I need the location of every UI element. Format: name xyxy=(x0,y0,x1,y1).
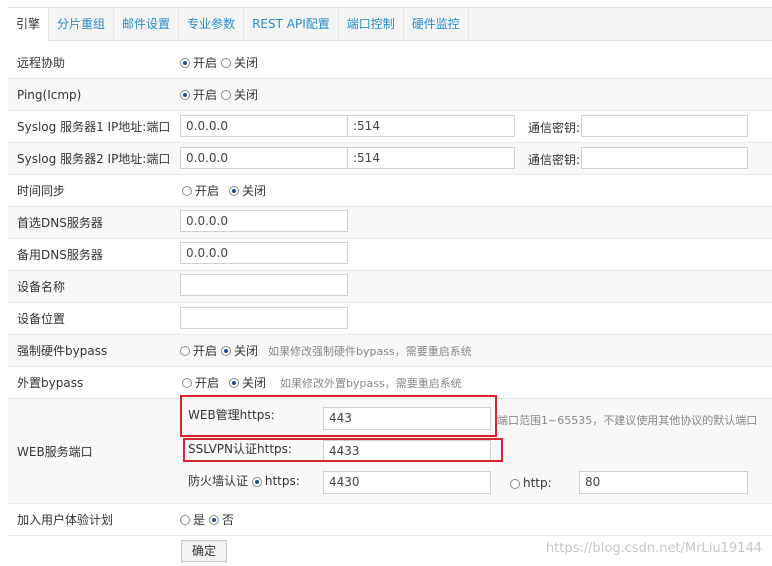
ux-plan-label: 加入用户体验计划 xyxy=(17,513,114,527)
tab-mail-settings[interactable]: 邮件设置 xyxy=(114,8,180,40)
ext-bypass-off-radio[interactable] xyxy=(229,377,240,388)
ux-plan-yes-radio[interactable] xyxy=(180,514,190,525)
row-remote-assist: 远程协助 开启 关闭 xyxy=(8,47,772,79)
syslog1-secret-input[interactable] xyxy=(581,115,748,137)
watermark: https://blog.csdn.net/MrLiu19144 xyxy=(545,541,762,556)
row-hw-bypass: 强制硬件bypass 开启 关闭 如果修改强制硬件bypass，需要重启系统 xyxy=(8,335,772,367)
device-name-input[interactable] xyxy=(180,274,348,296)
remote-assist-on-radio[interactable] xyxy=(180,57,190,68)
row-dns2: 备用DNS服务器 xyxy=(8,239,772,271)
ux-plan-no-label: 否 xyxy=(222,513,235,527)
ext-bypass-label: 外置bypass xyxy=(17,376,84,390)
tab-bar: 引擎 分片重组 邮件设置 专业参数 REST API配置 端口控制 硬件监控 xyxy=(8,7,772,41)
fw-http-radio[interactable] xyxy=(510,478,520,489)
row-device-name: 设备名称 xyxy=(8,271,772,303)
syslog2-secret-input[interactable] xyxy=(581,147,748,169)
time-sync-off-label: 关闭 xyxy=(242,184,267,198)
row-time-sync: 时间同步 开启 关闭 xyxy=(8,175,772,207)
ping-off-radio[interactable] xyxy=(221,89,232,100)
fw-https-input[interactable]: 4430 xyxy=(323,471,491,494)
dns1-input[interactable]: 0.0.0.0 xyxy=(180,210,348,232)
ext-bypass-off-label: 关闭 xyxy=(242,376,267,390)
syslog1-label: Syslog 服务器1 IP地址:端口 xyxy=(17,120,171,134)
syslog1-port-input[interactable]: :514 xyxy=(347,115,515,137)
remote-assist-off-radio[interactable] xyxy=(221,57,232,68)
web-port-label: WEB服务端口 xyxy=(17,444,93,459)
syslog2-ip-input[interactable]: 0.0.0.0 xyxy=(180,147,348,169)
fw-auth-label: 防火墙认证 xyxy=(188,474,249,488)
row-device-location: 设备位置 xyxy=(8,303,772,335)
tab-fragment-reassembly[interactable]: 分片重组 xyxy=(49,8,115,40)
dns1-label: 首选DNS服务器 xyxy=(17,216,103,230)
ux-plan-no-radio[interactable] xyxy=(209,514,220,525)
row-ux-plan: 加入用户体验计划 是 否 xyxy=(8,504,772,536)
syslog1-port-value: 514 xyxy=(357,119,380,133)
ext-bypass-on-radio[interactable] xyxy=(182,377,192,388)
remote-assist-label: 远程协助 xyxy=(17,56,66,70)
time-sync-on-label: 开启 xyxy=(195,184,220,198)
tab-engine[interactable]: 引擎 xyxy=(8,8,50,41)
highlight-box-sslvpn xyxy=(183,438,503,462)
ping-on-radio[interactable] xyxy=(180,89,190,100)
tab-hardware-monitor[interactable]: 硬件监控 xyxy=(404,8,469,40)
ping-off-label: 关闭 xyxy=(234,88,259,102)
ux-plan-yes-label: 是 xyxy=(193,513,206,527)
time-sync-label: 时间同步 xyxy=(17,184,66,198)
remote-assist-off-label: 关闭 xyxy=(234,56,259,70)
device-name-label: 设备名称 xyxy=(17,280,66,294)
ping-label: Ping(Icmp) xyxy=(17,87,82,102)
dns2-label: 备用DNS服务器 xyxy=(17,248,103,262)
highlight-box-web-https xyxy=(180,395,497,437)
row-dns1: 首选DNS服务器 xyxy=(8,207,772,239)
hw-bypass-on-label: 开启 xyxy=(193,344,218,358)
time-sync-off-radio[interactable] xyxy=(229,185,240,196)
syslog1-ip-input[interactable]: 0.0.0.0 xyxy=(180,115,348,137)
syslog2-label: Syslog 服务器2 IP地址:端口 xyxy=(17,152,171,166)
syslog2-secret-label: 通信密钥: xyxy=(528,153,581,167)
fw-http-input[interactable]: 80 xyxy=(579,471,748,494)
remote-assist-on-label: 开启 xyxy=(193,56,218,70)
fw-auth-group: 防火墙认证 https: xyxy=(188,472,300,489)
fw-http-label: http: xyxy=(523,476,552,490)
hw-bypass-off-radio[interactable] xyxy=(221,345,232,356)
fw-https-label: https: xyxy=(264,474,300,488)
dns2-input[interactable]: 0.0.0.0 xyxy=(180,242,348,264)
tab-port-control[interactable]: 端口控制 xyxy=(339,8,404,40)
ext-bypass-on-label: 开启 xyxy=(195,376,220,390)
ext-bypass-hint: 如果修改外置bypass，需要重启系统 xyxy=(280,376,462,390)
tab-advanced-params[interactable]: 专业参数 xyxy=(179,8,245,40)
confirm-button[interactable]: 确定 xyxy=(181,540,227,562)
syslog2-port-value: 514 xyxy=(357,151,380,165)
tab-rest-api[interactable]: REST API配置 xyxy=(244,8,339,40)
syslog1-secret-label: 通信密钥: xyxy=(528,121,581,135)
hw-bypass-on-radio[interactable] xyxy=(180,345,190,356)
hw-bypass-label: 强制硬件bypass xyxy=(17,344,108,358)
hw-bypass-hint: 如果修改强制硬件bypass，需要重启系统 xyxy=(268,344,472,358)
fw-http-group: http: xyxy=(510,476,552,490)
time-sync-on-radio[interactable] xyxy=(182,185,192,196)
device-location-label: 设备位置 xyxy=(17,312,66,326)
fw-https-radio[interactable] xyxy=(251,476,262,487)
device-location-input[interactable] xyxy=(180,307,348,329)
web-port-hint: 端口范围1~65535，不建议使用其他协议的默认端口 xyxy=(497,414,758,427)
hw-bypass-off-label: 关闭 xyxy=(234,344,259,358)
ping-on-label: 开启 xyxy=(193,88,218,102)
row-ping: Ping(Icmp) 开启 关闭 xyxy=(8,79,772,111)
syslog2-port-input[interactable]: :514 xyxy=(347,147,515,169)
